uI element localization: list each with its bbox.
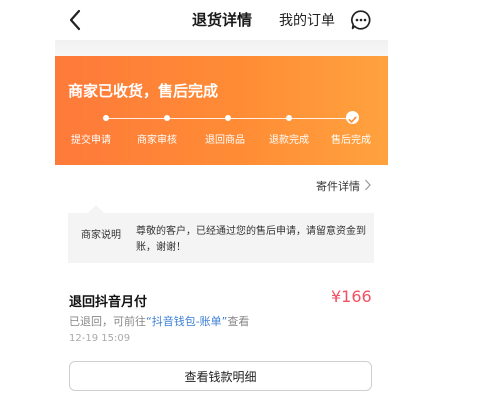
step-dot — [225, 115, 231, 121]
refund-timestamp: 12-19 15:09 — [69, 333, 131, 344]
shipping-details-link[interactable]: 寄件详情 — [316, 178, 360, 194]
step-complete-check — [346, 111, 359, 124]
step-label: 商家审核 — [137, 135, 177, 146]
view-refund-details-button[interactable]: 查看钱款明细 — [69, 361, 372, 391]
wallet-bill-link[interactable]: “抖音钱包-账单” — [146, 315, 227, 328]
merchant-note-label: 商家说明 — [81, 230, 121, 241]
step-dot — [103, 115, 109, 121]
refund-description: 已退回，可前往“抖音钱包-账单”查看 — [69, 313, 249, 329]
merchant-note: 商家说明 尊敬的客户，已经通过您的售后申请，请留意资金到账，谢谢！ — [68, 213, 374, 263]
my-orders-link[interactable]: 我的订单 — [279, 10, 335, 30]
refund-desc-suffix: 查看 — [227, 315, 250, 328]
back-button[interactable] — [62, 6, 90, 34]
merchant-note-text: 尊敬的客户，已经通过您的售后申请，请留意资金到账，谢谢！ — [136, 226, 366, 253]
step-label: 退回商品 — [205, 135, 245, 146]
header-divider — [55, 40, 388, 56]
chevron-right-icon — [364, 178, 372, 195]
refund-method: 退回抖音月付 — [69, 295, 148, 310]
step-dot — [164, 115, 170, 121]
refund-desc-prefix: 已退回，可前往 — [69, 315, 146, 328]
chevron-left-icon — [69, 9, 81, 31]
page-title: 退货详情 — [192, 11, 253, 29]
refund-amount: ¥166 — [331, 287, 372, 306]
step-label: 提交申请 — [71, 135, 111, 146]
status-title: 商家已收货，售后完成 — [68, 82, 219, 100]
check-icon — [348, 116, 357, 123]
status-banner: 商家已收货，售后完成 提交申请 商家审核 退回商品 退款完成 售后完成 — [55, 56, 388, 165]
more-options-button[interactable] — [350, 9, 372, 31]
step-label: 退款完成 — [269, 135, 309, 146]
more-options-icon — [351, 10, 371, 30]
note-pointer — [88, 205, 104, 213]
step-dot — [286, 115, 292, 121]
step-label: 售后完成 — [331, 135, 371, 146]
